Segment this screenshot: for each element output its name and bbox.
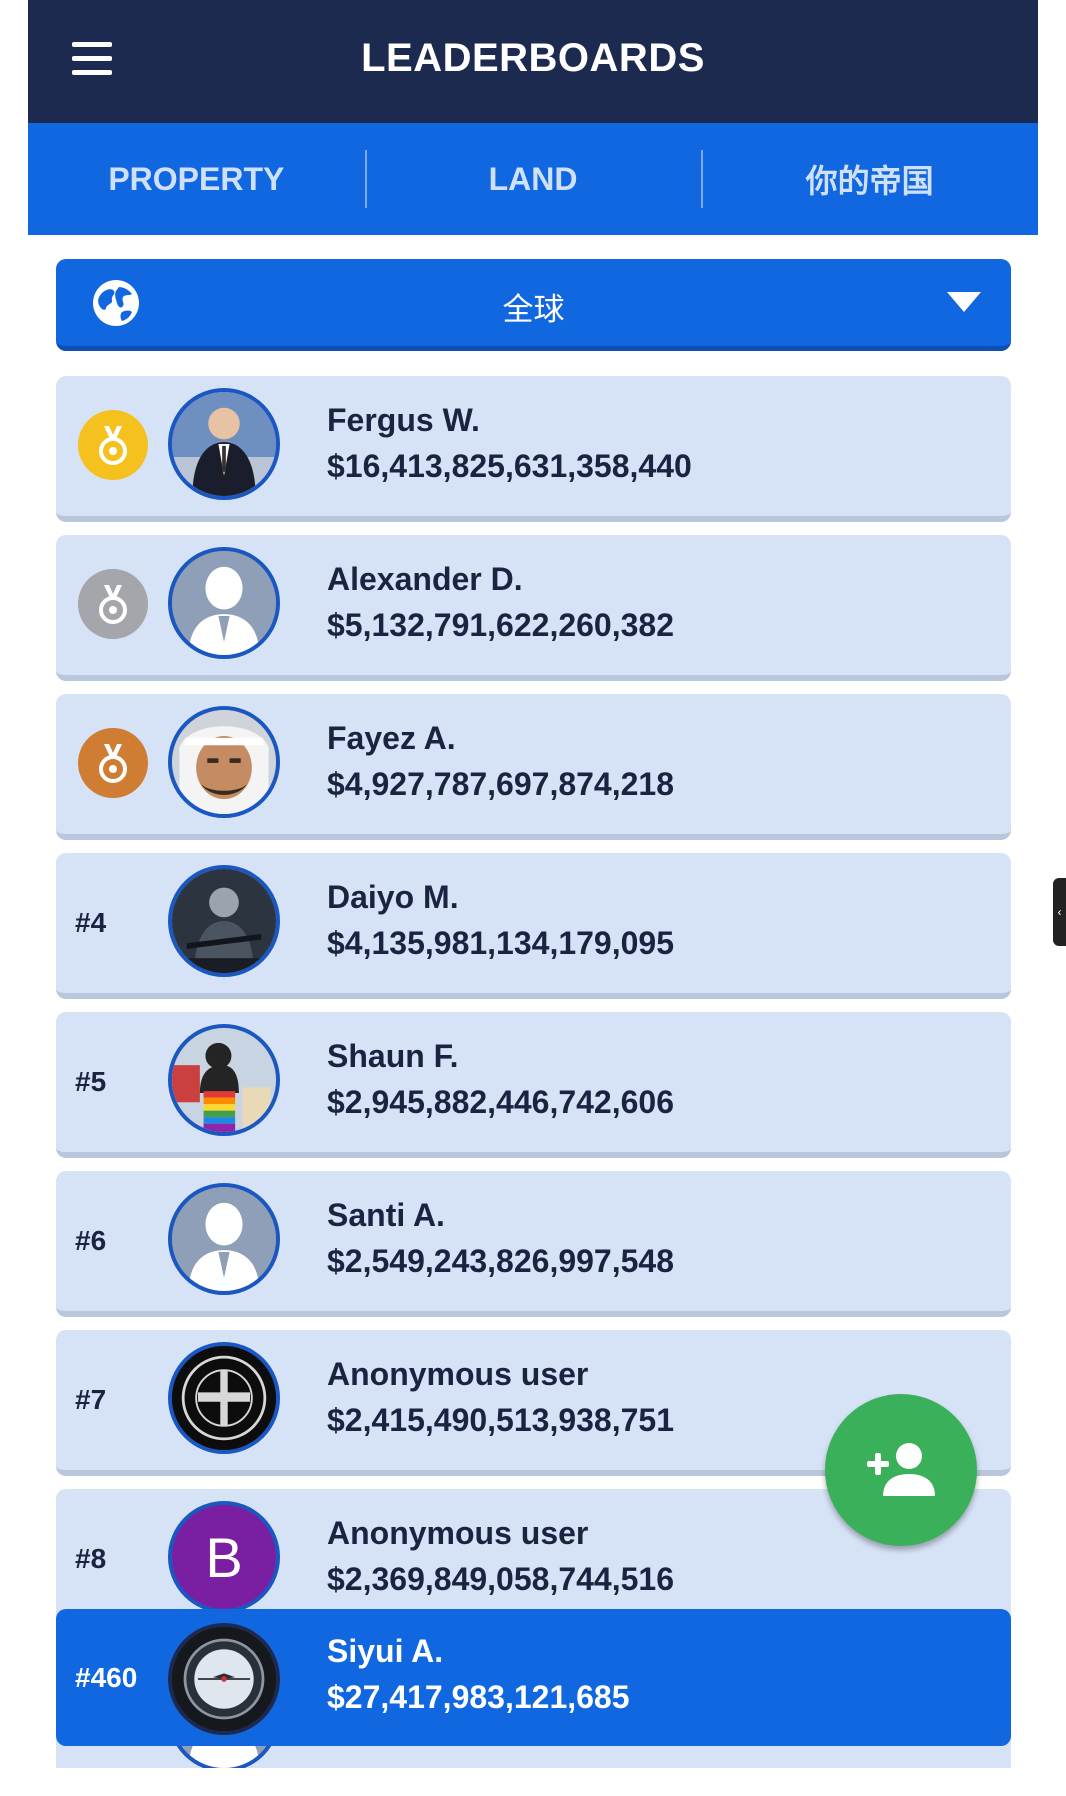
- rank-label: #460: [75, 1662, 138, 1693]
- rank-label: #8: [75, 1543, 107, 1574]
- leaderboard-row[interactable]: #4 Daiyo M. $4,135,981,134,179,095: [56, 853, 1011, 999]
- player-name: Anonymous user: [327, 1356, 589, 1392]
- rank-label: #6: [75, 1225, 107, 1256]
- app-root: LEADERBOARDS PROPERTY LAND 你的帝国 全球 Fergu…: [28, 0, 1038, 1796]
- player-net-worth: $16,413,825,631,358,440: [327, 448, 692, 484]
- tab-land[interactable]: LAND: [364, 123, 702, 235]
- avatar: [168, 1623, 280, 1735]
- avatar: [168, 865, 280, 977]
- top-app-bar: LEADERBOARDS: [28, 0, 1038, 123]
- player-name: Santi A.: [327, 1197, 445, 1233]
- region-label: 全球: [502, 292, 565, 327]
- leaderboard-list[interactable]: Fergus W. $16,413,825,631,358,440 Alexan…: [56, 376, 1011, 1768]
- default-person-icon: [172, 1187, 276, 1291]
- leaderboard-row[interactable]: Fayez A. $4,927,787,697,874,218: [56, 694, 1011, 840]
- player-net-worth: $4,927,787,697,874,218: [327, 766, 674, 802]
- player-name: Alexander D.: [327, 561, 523, 597]
- avatar: [168, 1342, 280, 1454]
- tab-property[interactable]: PROPERTY: [28, 123, 365, 235]
- add-person-icon: [867, 1443, 935, 1496]
- default-person-icon: [172, 551, 276, 655]
- current-user-row[interactable]: #460 Siyui A. $27,417,983,121,685: [56, 1609, 1011, 1746]
- silver-medal-icon: [78, 569, 148, 639]
- player-net-worth: $2,549,243,826,997,548: [327, 1243, 674, 1279]
- player-net-worth: $27,417,983,121,685: [327, 1679, 630, 1715]
- player-net-worth: $4,135,981,134,179,095: [327, 925, 674, 961]
- leaderboard-row[interactable]: #5 Shaun F. $2,945,882,446,742,606: [56, 1012, 1011, 1158]
- leaderboard-row[interactable]: Alexander D. $5,132,791,622,260,382: [56, 535, 1011, 681]
- avatar: [168, 1183, 280, 1295]
- avatar: [168, 388, 280, 500]
- player-net-worth: $2,369,849,058,744,516: [327, 1561, 674, 1597]
- player-name: Daiyo M.: [327, 879, 459, 915]
- leaderboard-row[interactable]: #6 Santi A. $2,549,243,826,997,548: [56, 1171, 1011, 1317]
- region-dropdown[interactable]: 全球: [56, 259, 1011, 351]
- player-name: Fergus W.: [327, 402, 480, 438]
- avatar: [168, 547, 280, 659]
- tab-bar: PROPERTY LAND 你的帝国: [28, 123, 1038, 235]
- player-name: Shaun F.: [327, 1038, 459, 1074]
- avatar: [168, 706, 280, 818]
- page-title: LEADERBOARDS: [361, 36, 705, 80]
- player-net-worth: $2,945,882,446,742,606: [327, 1084, 674, 1120]
- edge-panel-handle[interactable]: ‹: [1053, 878, 1066, 946]
- player-name: Fayez A.: [327, 720, 456, 756]
- player-net-worth: $5,132,791,622,260,382: [327, 607, 674, 643]
- avatar: [168, 1024, 280, 1136]
- bronze-medal-icon: [78, 728, 148, 798]
- gold-medal-icon: [78, 410, 148, 480]
- leaderboard-row[interactable]: Fergus W. $16,413,825,631,358,440: [56, 376, 1011, 522]
- watch-icon: [172, 1627, 276, 1731]
- rank-label: #7: [75, 1384, 107, 1415]
- player-net-worth: $2,415,490,513,938,751: [327, 1402, 674, 1438]
- avatar: B: [168, 1501, 280, 1613]
- player-name: Siyui A.: [327, 1633, 444, 1669]
- add-friend-button[interactable]: [825, 1394, 977, 1546]
- rank-label: #4: [75, 907, 107, 938]
- caret-down-icon: [947, 292, 981, 312]
- rank-label: #5: [75, 1066, 107, 1097]
- tab-your-empire[interactable]: 你的帝国: [701, 123, 1038, 235]
- player-name: Anonymous user: [327, 1515, 589, 1551]
